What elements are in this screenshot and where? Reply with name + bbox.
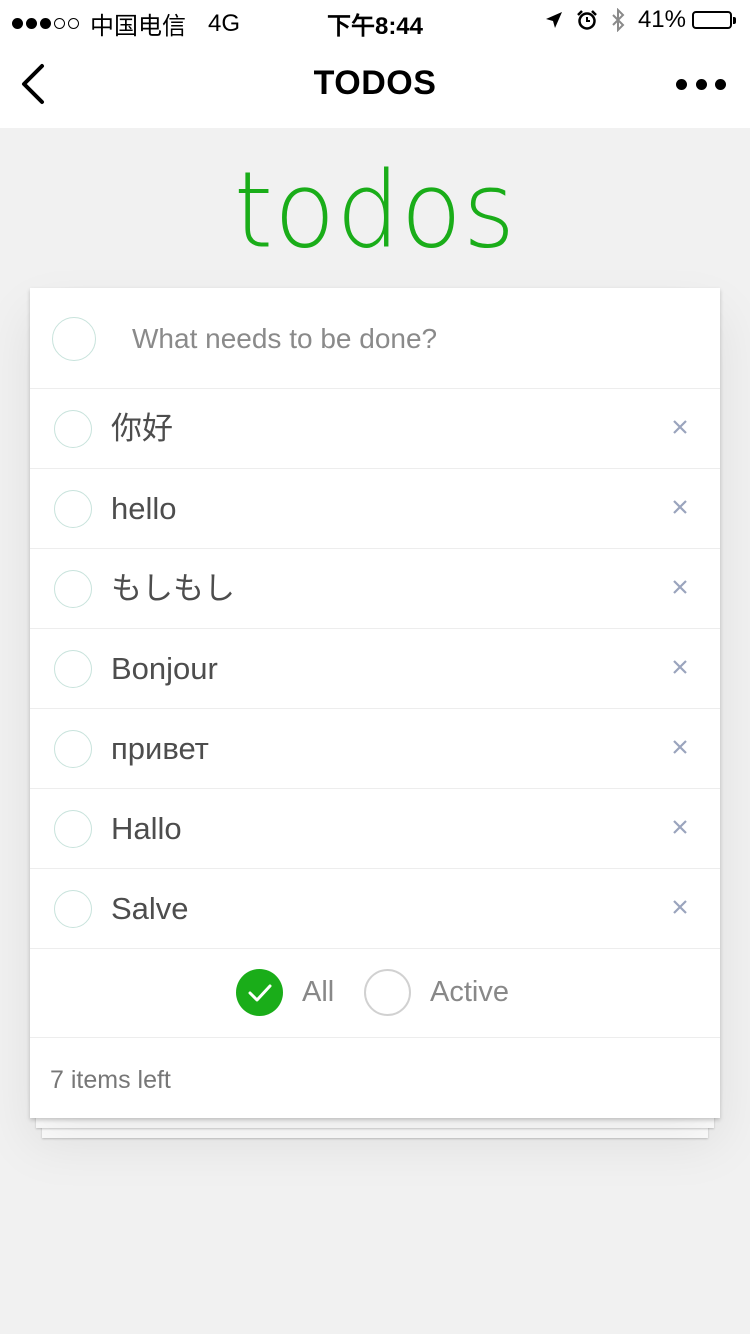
filter-active[interactable]: Active (364, 969, 509, 1016)
items-left-count: 7 items left (50, 1066, 171, 1094)
close-icon (673, 500, 687, 514)
todo-checkbox[interactable] (54, 730, 92, 768)
todo-checkbox[interactable] (54, 650, 92, 688)
todo-label[interactable]: もしもし (111, 569, 235, 609)
location-arrow-icon (544, 10, 564, 30)
more-dots-icon (676, 78, 687, 90)
close-icon (673, 820, 687, 834)
delete-todo-button[interactable] (668, 655, 692, 679)
todo-label[interactable]: Bonjour (111, 649, 218, 689)
filter-all-radio[interactable] (236, 969, 283, 1016)
todo-item: привет (30, 709, 720, 789)
close-icon (673, 660, 687, 674)
new-todo-input[interactable] (130, 310, 694, 368)
checkmark-icon (248, 984, 271, 1001)
todo-label[interactable]: Hallo (111, 809, 182, 849)
todo-list: 你好 hello もしもし Bonjour привет Hallo Salve (30, 389, 720, 949)
new-todo-row (30, 288, 720, 389)
filter-active-label: Active (430, 976, 509, 1008)
todo-card: 你好 hello もしもし Bonjour (30, 288, 720, 1118)
navigation-bar: TODOS (0, 40, 750, 128)
status-right: 41% (544, 6, 736, 34)
filter-bar: All Active (30, 949, 720, 1038)
close-icon (673, 580, 687, 594)
close-icon (673, 420, 687, 434)
delete-todo-button[interactable] (668, 415, 692, 439)
todo-item: hello (30, 469, 720, 549)
todo-checkbox[interactable] (54, 410, 92, 448)
close-icon (673, 900, 687, 914)
delete-todo-button[interactable] (668, 495, 692, 519)
todo-item: もしもし (30, 549, 720, 629)
delete-todo-button[interactable] (668, 815, 692, 839)
status-bar: 中国电信 4G 下午8:44 41% (0, 0, 750, 40)
toggle-all-checkbox[interactable] (52, 317, 96, 361)
todo-checkbox[interactable] (54, 810, 92, 848)
todo-label[interactable]: hello (111, 489, 177, 529)
todo-checkbox[interactable] (54, 890, 92, 928)
battery-percent: 41% (637, 6, 686, 33)
battery-icon (692, 11, 736, 29)
delete-todo-button[interactable] (668, 735, 692, 759)
todo-item: Bonjour (30, 629, 720, 709)
todo-item: 你好 (30, 389, 720, 469)
todo-item: Salve (30, 869, 720, 949)
todo-checkbox[interactable] (54, 570, 92, 608)
more-options-button[interactable] (676, 74, 726, 94)
todo-checkbox[interactable] (54, 490, 92, 528)
close-icon (673, 740, 687, 754)
filter-all-label: All (302, 976, 335, 1008)
alarm-clock-icon (576, 9, 598, 31)
app-heading: todos (233, 149, 517, 272)
page-title: TODOS (313, 64, 437, 102)
todo-label[interactable]: привет (111, 729, 209, 769)
delete-todo-button[interactable] (668, 575, 692, 599)
todo-label[interactable]: Salve (111, 889, 189, 929)
todo-footer: 7 items left (30, 1038, 720, 1118)
bluetooth-icon (610, 8, 626, 32)
todo-label[interactable]: 你好 (111, 409, 173, 449)
filter-all[interactable]: All (236, 969, 334, 1016)
delete-todo-button[interactable] (668, 895, 692, 919)
todo-item: Hallo (30, 789, 720, 869)
filter-active-radio[interactable] (364, 969, 411, 1016)
